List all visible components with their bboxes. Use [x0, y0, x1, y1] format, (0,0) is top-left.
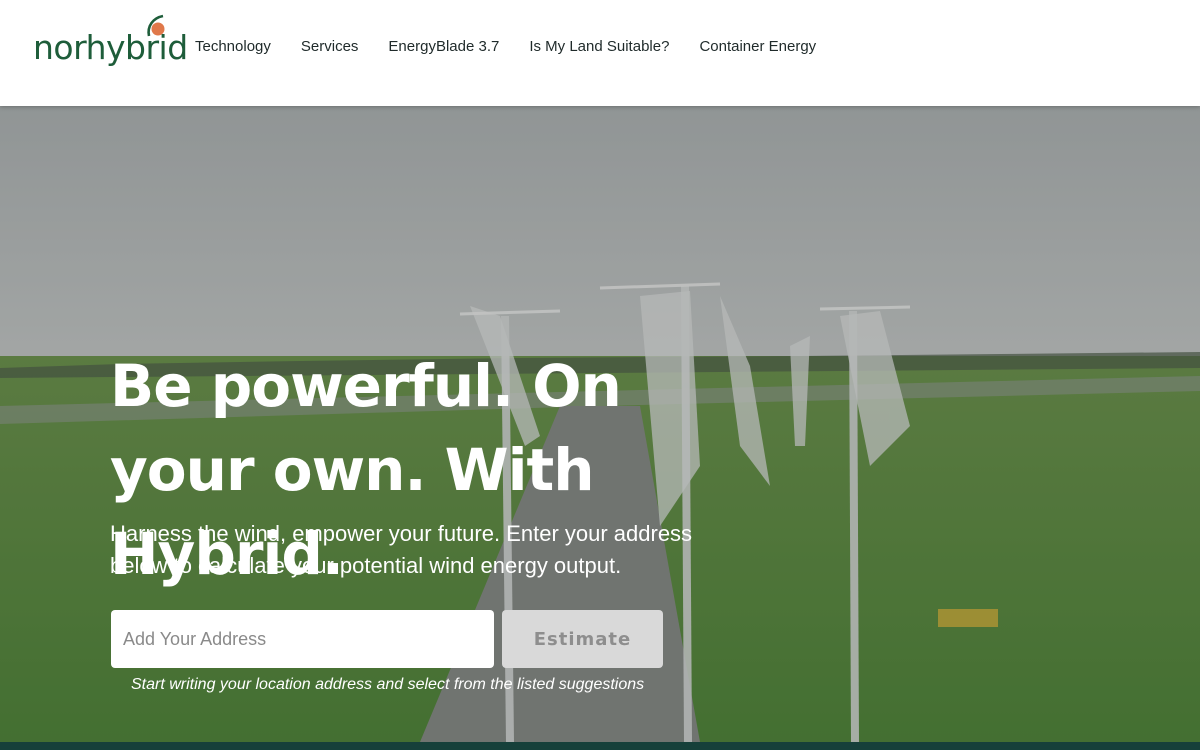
estimate-button[interactable]: Estimate	[502, 610, 663, 668]
nav-item-technology[interactable]: Technology	[195, 38, 271, 55]
address-hint: Start writing your location address and …	[131, 676, 645, 693]
nav-item-land-suitable[interactable]: Is My Land Suitable?	[529, 38, 669, 55]
nav-item-container-energy[interactable]: Container Energy	[699, 38, 816, 55]
brand-logo[interactable]: norhybrid	[33, 14, 188, 70]
hero-subtext: Harness the wind, empower your future. E…	[110, 521, 693, 578]
site-header: norhybrid Technology Services EnergyBlad…	[0, 0, 1200, 106]
brand-name: norhybrid	[33, 28, 188, 67]
address-input[interactable]	[111, 610, 494, 668]
hero-section: Be powerful. On your own. With Hybrid. H…	[0, 106, 1200, 742]
footer-strip	[0, 742, 1200, 750]
nav-item-services[interactable]: Services	[301, 38, 359, 55]
nav-item-energyblade[interactable]: EnergyBlade 3.7	[388, 38, 499, 55]
main-nav: Technology Services EnergyBlade 3.7 Is M…	[195, 38, 846, 55]
